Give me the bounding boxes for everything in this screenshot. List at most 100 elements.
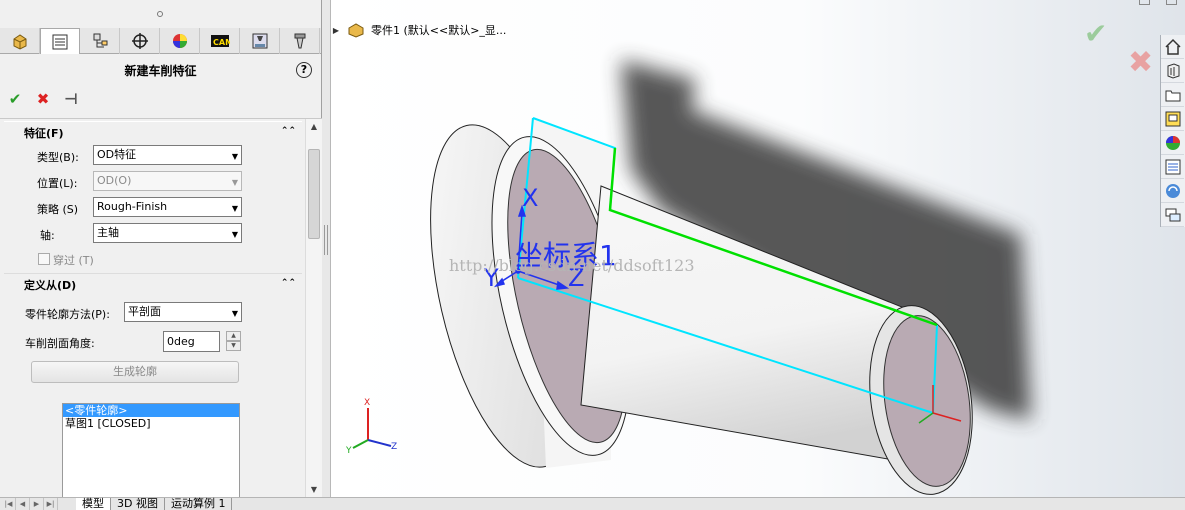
task-pane bbox=[1160, 35, 1185, 227]
dimxpert-icon bbox=[131, 33, 148, 49]
configuration-manager-icon bbox=[93, 33, 107, 48]
task-pane-appearances[interactable] bbox=[1161, 131, 1184, 155]
tab-cam-manager[interactable]: CAM bbox=[200, 28, 240, 54]
list-item[interactable]: 草图1 [CLOSED] bbox=[63, 417, 239, 430]
expand-icon[interactable]: ▶ bbox=[331, 26, 341, 35]
collapse-icon[interactable]: ⌃⌃ bbox=[281, 278, 296, 288]
angle-stepper[interactable]: ▲ ▼ bbox=[226, 331, 241, 352]
stepper-down-icon[interactable]: ▼ bbox=[226, 341, 241, 351]
strategy-select[interactable]: Rough-Finish ▼ bbox=[93, 197, 242, 217]
method-select[interactable]: 平剖面 ▼ bbox=[124, 302, 242, 322]
generate-row: 生成轮廓 bbox=[0, 358, 322, 384]
watermark-url: http://blog.csdn.net/ddsoft123 bbox=[449, 256, 695, 275]
chevron-down-icon: ▼ bbox=[231, 204, 238, 213]
task-pane-chat[interactable] bbox=[1161, 203, 1184, 227]
design-library-icon bbox=[1167, 62, 1179, 79]
part-icon bbox=[348, 23, 364, 38]
strategy-label: 策略 (S) bbox=[37, 203, 79, 216]
tab-cam-tools[interactable] bbox=[280, 28, 320, 54]
confirm-corner-cancel[interactable]: ✖ bbox=[1128, 45, 1153, 80]
chevron-down-icon: ▼ bbox=[231, 152, 238, 161]
property-manager-panel: CAM 新建车削特征 ? ✔ ✖ ⊣ 特征(F) ⌃⌃ 类型(B): OD特征 … bbox=[0, 0, 322, 498]
window-controls bbox=[1139, 0, 1177, 5]
cam-manager-icon: CAM bbox=[210, 35, 230, 47]
chat-icon bbox=[1165, 208, 1180, 221]
scroll-thumb[interactable] bbox=[308, 149, 320, 239]
task-pane-home[interactable] bbox=[1161, 35, 1184, 59]
define-from-group-header[interactable]: 定义从(D) ⌃⌃ bbox=[4, 273, 302, 295]
chevron-down-icon: ▼ bbox=[231, 230, 238, 239]
tab-model[interactable]: 模型 bbox=[76, 498, 111, 510]
pm-actions: ✔ ✖ ⊣ bbox=[0, 86, 321, 112]
position-value: OD(O) bbox=[97, 174, 132, 187]
tab-display-manager[interactable] bbox=[160, 28, 200, 54]
tab-nav-arrows: |◀ ◀ ▶ ▶| bbox=[0, 498, 76, 510]
confirm-corner-ok[interactable]: ✔ bbox=[1084, 17, 1107, 50]
angle-label: 车削剖面角度: bbox=[25, 337, 95, 350]
view-palette-icon bbox=[1165, 111, 1180, 126]
task-pane-palette[interactable] bbox=[1161, 107, 1184, 131]
profile-list[interactable]: <零件轮廓> 草图1 [CLOSED] bbox=[62, 403, 240, 498]
tab-feature-manager[interactable] bbox=[0, 28, 40, 54]
panel-grip[interactable] bbox=[0, 0, 321, 28]
zoom-area-icon[interactable] bbox=[607, 0, 627, 6]
splitter-grip[interactable] bbox=[324, 225, 328, 255]
panel-splitter[interactable] bbox=[322, 0, 331, 497]
zoom-fit-icon[interactable] bbox=[579, 0, 599, 6]
bottom-tab-bar: |◀ ◀ ▶ ▶| 模型 3D 视图 运动算例 1 bbox=[0, 497, 1185, 510]
property-manager-title-bar: 新建车削特征 ? bbox=[0, 54, 321, 86]
cancel-button[interactable]: ✖ bbox=[34, 90, 52, 108]
method-row: 零件轮廓方法(P): 平剖面 ▼ bbox=[0, 300, 322, 326]
last-tab-icon[interactable]: ▶| bbox=[44, 498, 58, 510]
svg-text:CAM: CAM bbox=[213, 38, 230, 47]
property-scroll-area: 特征(F) ⌃⌃ 类型(B): OD特征 ▼ 位置(L): OD(O) ▼ 策略… bbox=[0, 118, 322, 498]
pin-button[interactable]: ⊣ bbox=[62, 90, 80, 108]
home-icon bbox=[1164, 38, 1181, 55]
custom-properties-icon bbox=[1165, 159, 1180, 174]
scroll-down-icon[interactable]: ▼ bbox=[306, 482, 322, 498]
collapse-icon[interactable]: ⌃⌃ bbox=[281, 126, 296, 136]
task-pane-forum[interactable] bbox=[1161, 179, 1184, 203]
next-tab-icon[interactable]: ▶ bbox=[30, 498, 44, 510]
appearances-icon bbox=[1165, 135, 1180, 150]
type-label: 类型(B): bbox=[37, 151, 79, 164]
feature-tree-node[interactable]: ▶ 零件1 (默认<<默认>_显... bbox=[331, 20, 506, 40]
feature-manager-icon bbox=[13, 34, 26, 50]
through-checkbox bbox=[38, 253, 50, 265]
axis-label: 轴: bbox=[40, 229, 55, 242]
vertical-scrollbar[interactable]: ▲ ▼ bbox=[305, 119, 322, 498]
task-pane-explorer[interactable] bbox=[1161, 83, 1184, 107]
feature-group-header[interactable]: 特征(F) ⌃⌃ bbox=[4, 121, 302, 143]
angle-input[interactable]: 0deg bbox=[163, 331, 220, 352]
graphics-viewport[interactable]: ▶ 零件1 (默认<<默认>_显... ✔ ✖ 坐标系1 X Y Z http:… bbox=[331, 0, 1185, 497]
position-label: 位置(L): bbox=[37, 177, 78, 190]
view-triad bbox=[352, 408, 392, 449]
first-tab-icon[interactable]: |◀ bbox=[2, 498, 16, 510]
tab-configuration-manager[interactable] bbox=[80, 28, 120, 54]
task-pane-library[interactable] bbox=[1161, 59, 1184, 83]
triad-z: Z bbox=[391, 442, 398, 452]
position-row: 位置(L): OD(O) ▼ bbox=[0, 169, 322, 195]
position-select: OD(O) ▼ bbox=[93, 171, 242, 191]
type-row: 类型(B): OD特征 ▼ bbox=[0, 143, 322, 169]
type-select[interactable]: OD特征 ▼ bbox=[93, 145, 242, 165]
tab-property-manager[interactable] bbox=[40, 28, 80, 54]
maximize-icon[interactable] bbox=[1166, 0, 1177, 5]
restore-icon[interactable] bbox=[1139, 0, 1150, 5]
list-item[interactable]: <零件轮廓> bbox=[63, 404, 239, 417]
tab-motion-study[interactable]: 运动算例 1 bbox=[165, 498, 233, 510]
feature-group-title: 特征(F) bbox=[24, 126, 64, 140]
help-icon[interactable]: ? bbox=[296, 62, 312, 78]
grip-dot-icon bbox=[157, 11, 163, 17]
task-pane-properties[interactable] bbox=[1161, 155, 1184, 179]
tab-dimxpert[interactable] bbox=[120, 28, 160, 54]
ok-button[interactable]: ✔ bbox=[6, 90, 24, 108]
scroll-up-icon[interactable]: ▲ bbox=[306, 119, 322, 135]
method-label: 零件轮廓方法(P): bbox=[25, 308, 110, 321]
axis-row: 轴: 主轴 ▼ bbox=[0, 221, 322, 247]
stepper-up-icon[interactable]: ▲ bbox=[226, 331, 241, 341]
axis-select[interactable]: 主轴 ▼ bbox=[93, 223, 242, 243]
tab-cam-operation[interactable] bbox=[240, 28, 280, 54]
prev-tab-icon[interactable]: ◀ bbox=[16, 498, 30, 510]
tab-3d-view[interactable]: 3D 视图 bbox=[111, 498, 165, 510]
